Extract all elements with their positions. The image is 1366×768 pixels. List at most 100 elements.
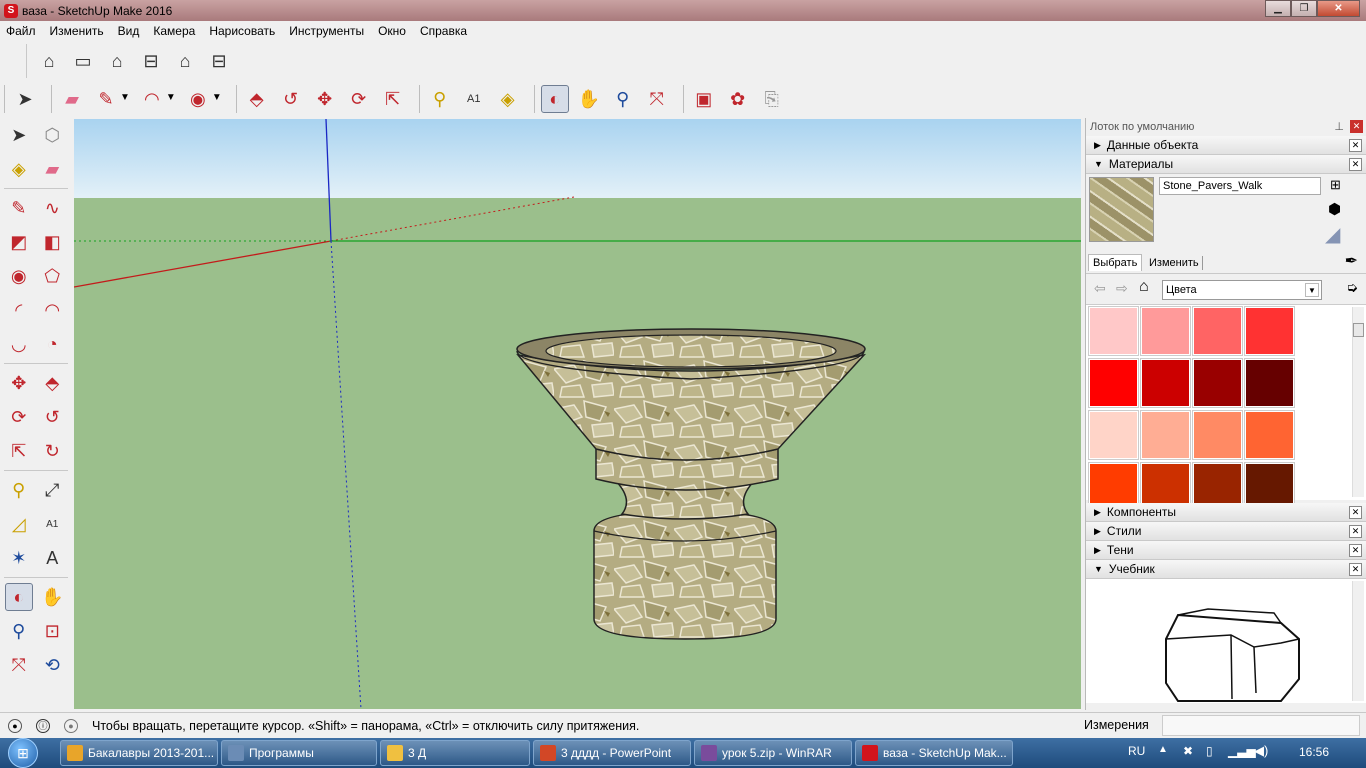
rotate-icon[interactable]: ⟳ <box>345 85 373 113</box>
chevron-down-icon[interactable]: ▼ <box>120 92 130 103</box>
start-button[interactable]: ⊞ <box>0 738 46 768</box>
circle-icon[interactable]: ◉ <box>5 262 33 290</box>
volume-icon[interactable]: ◀) <box>1254 743 1268 759</box>
eraser-icon[interactable]: ▰ <box>58 85 86 113</box>
zoom-extents-icon[interactable]: ⤧ <box>643 85 671 113</box>
close-icon[interactable]: ✕ <box>1349 506 1362 519</box>
language-indicator[interactable]: RU <box>1128 744 1145 758</box>
material-swatch[interactable] <box>1192 306 1243 356</box>
dimension-icon[interactable]: ⤢ <box>39 476 67 504</box>
taskbar-item[interactable]: 3 дддд - PowerPoint <box>533 740 691 766</box>
menu-edit[interactable]: Изменить <box>50 24 104 38</box>
iso-view-icon[interactable]: ⌂ <box>35 47 63 75</box>
menu-draw[interactable]: Нарисовать <box>209 24 275 38</box>
3d-text-icon[interactable]: A <box>39 544 67 572</box>
create-material-icon[interactable]: ⊞ <box>1330 177 1341 193</box>
taskbar-item[interactable]: урок 5.zip - WinRAR <box>694 740 852 766</box>
shadows-header[interactable]: ▶ Тени ✕ <box>1086 541 1366 560</box>
pan-hand-icon[interactable]: ✋ <box>575 85 603 113</box>
entity-info-header[interactable]: ▶ Данные объекта ✕ <box>1086 136 1366 155</box>
signal-icon[interactable]: ▁▃▅ <box>1228 744 1256 758</box>
maximize-button[interactable]: ❐ <box>1291 0 1317 17</box>
rotated-rectangle-icon[interactable]: ◧ <box>39 228 67 256</box>
push-pull-icon[interactable]: ⬘ <box>243 85 271 113</box>
menu-tools[interactable]: Инструменты <box>289 24 364 38</box>
close-icon[interactable]: ✕ <box>1349 139 1362 152</box>
rectangle-icon[interactable]: ◩ <box>5 228 33 256</box>
orbit-icon[interactable]: ◐ <box>5 583 33 611</box>
orbit-icon[interactable]: ◐ <box>540 85 569 113</box>
scrollbar[interactable] <box>1352 581 1364 701</box>
arc-icon[interactable]: ◠ <box>138 85 166 113</box>
menu-camera[interactable]: Камера <box>153 24 195 38</box>
right-view-icon[interactable]: ⊟ <box>137 47 165 75</box>
circle-icon[interactable]: ◉ <box>184 85 212 113</box>
arc-icon[interactable]: ◜ <box>5 296 33 324</box>
tab-select[interactable]: Выбрать <box>1088 254 1143 271</box>
material-swatch[interactable] <box>1244 306 1295 356</box>
menu-view[interactable]: Вид <box>118 24 140 38</box>
move-icon[interactable]: ✥ <box>311 85 339 113</box>
text-icon[interactable]: A1 <box>39 510 67 538</box>
follow-me-icon[interactable]: ↺ <box>277 85 305 113</box>
previous-view-icon[interactable]: ⟲ <box>39 651 67 679</box>
polygon-icon[interactable]: ⬠ <box>39 262 67 290</box>
tape-measure-icon[interactable]: ⚲ <box>5 476 33 504</box>
taskbar-item[interactable]: Программы <box>221 740 377 766</box>
pan-hand-icon[interactable]: ✋ <box>39 583 66 611</box>
material-swatch[interactable] <box>1244 410 1295 460</box>
follow-me-icon[interactable]: ↺ <box>39 403 67 431</box>
paint-default-icon[interactable]: ⬢ <box>1328 200 1341 218</box>
menu-window[interactable]: Окно <box>378 24 406 38</box>
home-icon[interactable]: ⌂ <box>1139 278 1149 296</box>
left-view-icon[interactable]: ⊟ <box>205 47 233 75</box>
tray-close-icon[interactable]: ✕ <box>1350 120 1363 133</box>
zoom-icon[interactable]: ⚲ <box>609 85 637 113</box>
zoom-window-icon[interactable]: ⊡ <box>39 617 67 645</box>
line-icon[interactable]: ✎ <box>5 194 33 222</box>
menu-file[interactable]: Файл <box>6 24 36 38</box>
material-swatch[interactable] <box>1192 410 1243 460</box>
sample-icon[interactable]: ◢ <box>1325 222 1340 247</box>
network-icon[interactable]: ✖ <box>1183 744 1193 758</box>
select-arrow-icon[interactable]: ➤ <box>5 121 33 149</box>
paint-bucket-icon[interactable]: ◈ <box>5 155 33 183</box>
two-point-arc-icon[interactable]: ◠ <box>39 296 67 324</box>
user-icon[interactable]: ● <box>64 718 78 733</box>
close-icon[interactable]: ✕ <box>1349 158 1362 171</box>
make-component-icon[interactable]: ⬡ <box>39 121 67 149</box>
protractor-icon[interactable]: ◿ <box>5 510 33 538</box>
material-swatch[interactable] <box>1244 358 1295 408</box>
scale-icon[interactable]: ⇱ <box>379 85 407 113</box>
taskbar-item[interactable]: ваза - SketchUp Mak... <box>855 740 1013 766</box>
freehand-icon[interactable]: ∿ <box>39 194 67 222</box>
zoom-extents-icon[interactable]: ⤧ <box>5 651 33 679</box>
scrollbar[interactable] <box>1352 307 1364 497</box>
minimize-button[interactable]: ▁ <box>1265 0 1291 17</box>
extension-warehouse-icon[interactable]: ✿ <box>724 85 752 113</box>
components-header[interactable]: ▶ Компоненты ✕ <box>1086 503 1366 522</box>
pin-icon[interactable]: ⊥ <box>1334 120 1344 133</box>
close-icon[interactable]: ✕ <box>1349 525 1362 538</box>
back-arrow-icon[interactable]: ⇦ <box>1094 280 1106 297</box>
select-arrow-icon[interactable]: ➤ <box>11 85 39 113</box>
tray-expand-icon[interactable]: ▲ <box>1158 744 1168 755</box>
material-swatch[interactable] <box>1140 410 1191 460</box>
library-select[interactable]: Цвета ▼ <box>1162 280 1322 300</box>
taskbar-item[interactable]: 3 Д <box>380 740 530 766</box>
tab-edit[interactable]: Изменить <box>1146 256 1203 270</box>
eyedropper-icon[interactable]: ✒ <box>1345 251 1358 271</box>
details-arrow-icon[interactable]: ➭ <box>1346 279 1358 296</box>
rotate-icon[interactable]: ⟳ <box>5 403 33 431</box>
forward-arrow-icon[interactable]: ⇨ <box>1116 280 1128 297</box>
push-pull-icon[interactable]: ⬘ <box>39 369 67 397</box>
chevron-down-icon[interactable]: ▼ <box>166 92 176 103</box>
close-icon[interactable]: ✕ <box>1349 544 1362 557</box>
back-view-icon[interactable]: ⌂ <box>171 47 199 75</box>
zoom-icon[interactable]: ⚲ <box>5 617 33 645</box>
material-swatch[interactable] <box>1088 358 1139 408</box>
close-icon[interactable]: ✕ <box>1349 563 1362 576</box>
three-point-arc-icon[interactable]: ◡ <box>5 330 33 358</box>
paint-bucket-icon[interactable]: ◈ <box>494 85 522 113</box>
pencil-icon[interactable]: ✎ <box>92 85 120 113</box>
